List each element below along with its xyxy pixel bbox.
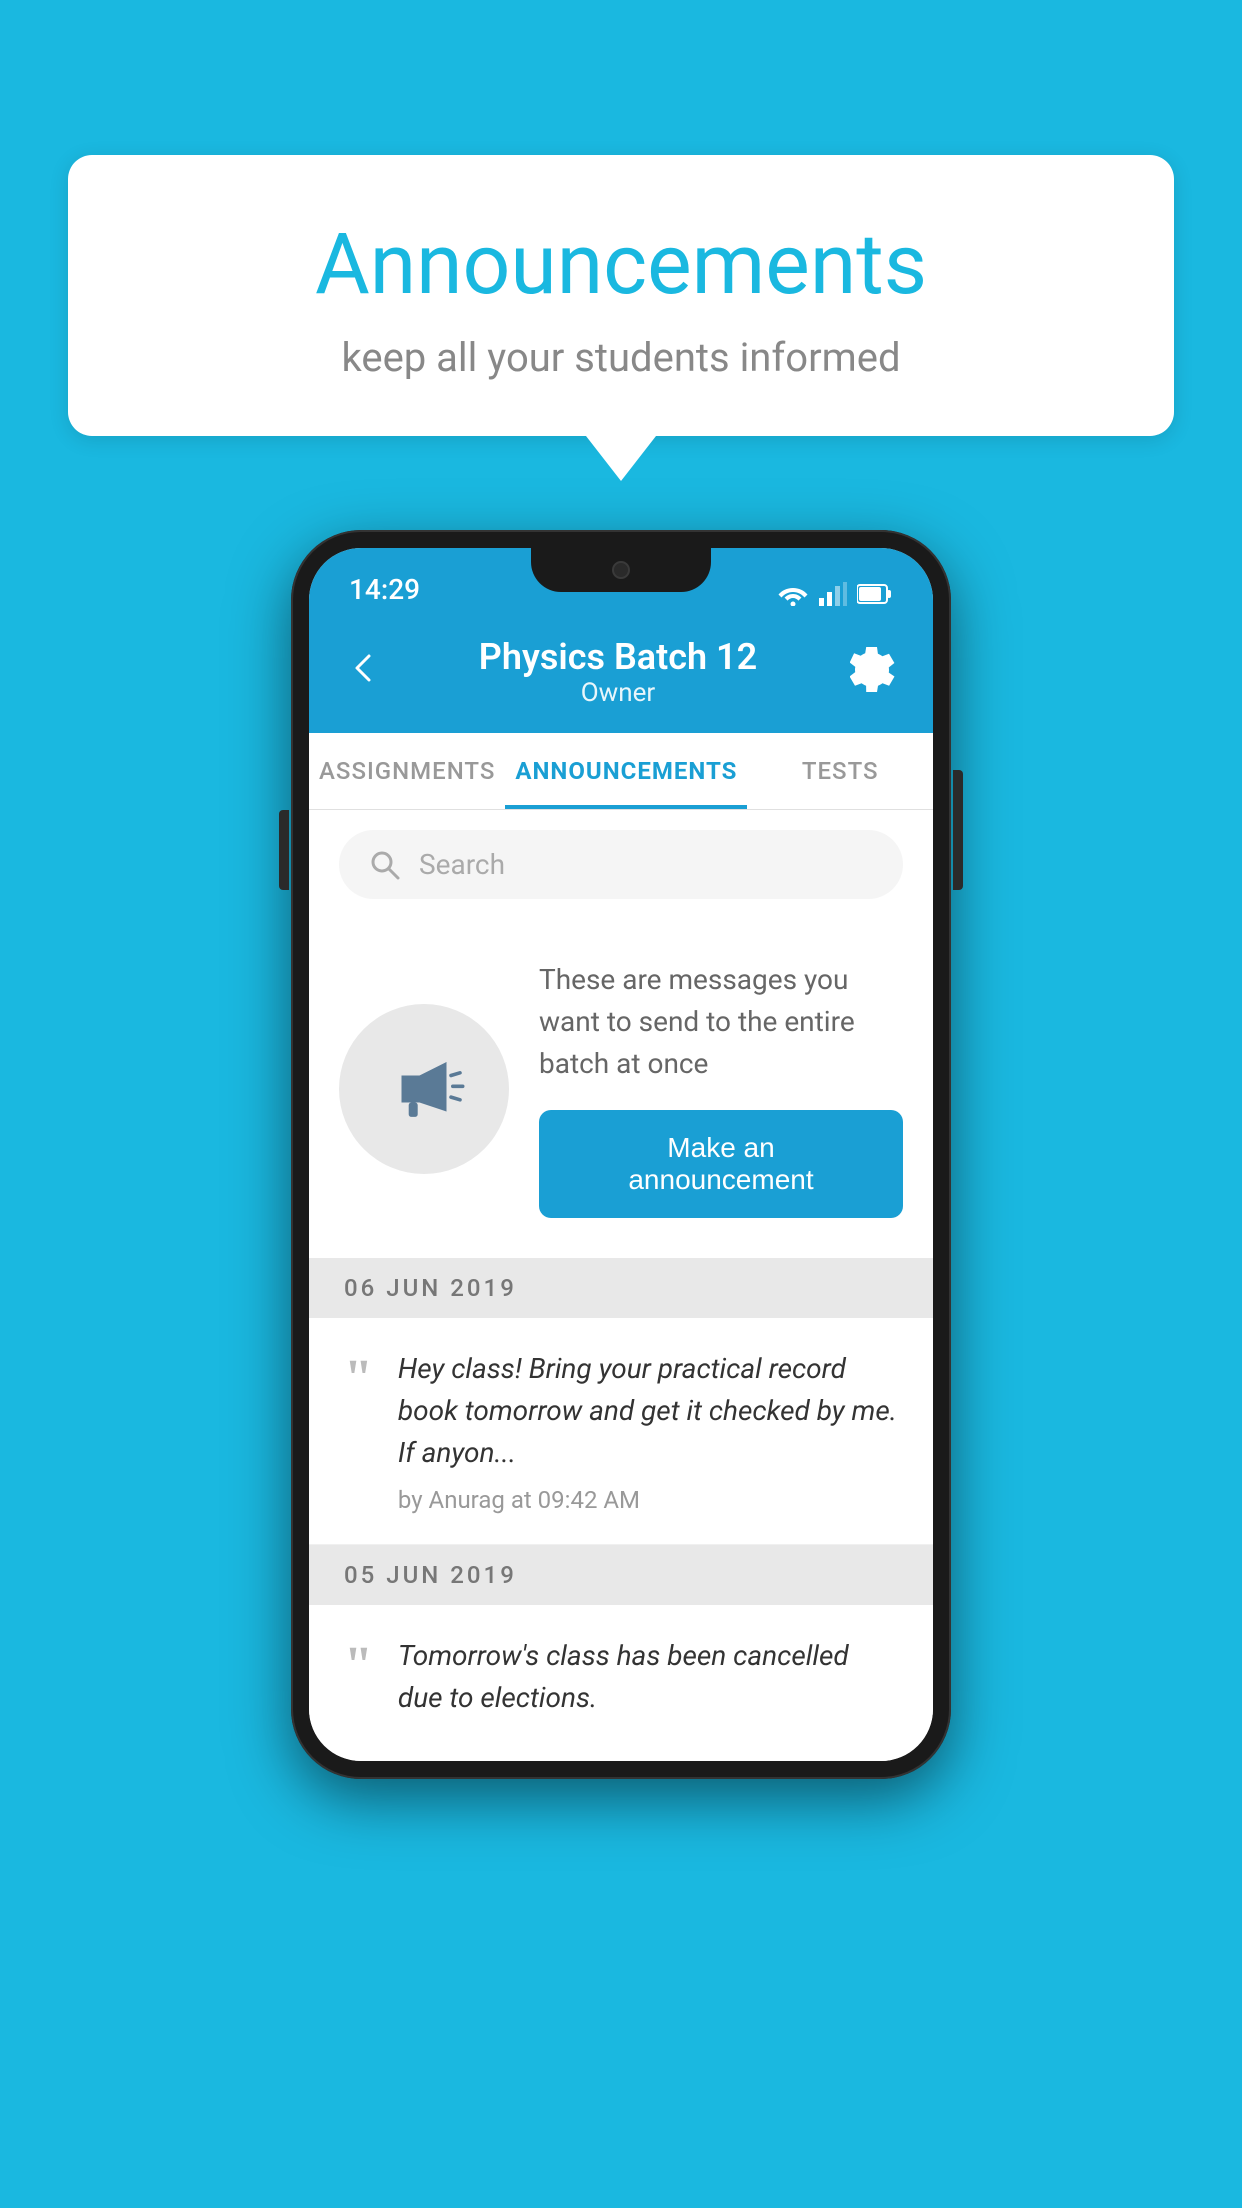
date-separator-1: 06 JUN 2019 xyxy=(309,1258,933,1318)
announcement-promo: These are messages you want to send to t… xyxy=(309,919,933,1258)
date-text-1: 06 JUN 2019 xyxy=(344,1274,517,1302)
speech-bubble: Announcements keep all your students inf… xyxy=(68,155,1174,436)
tab-tests[interactable]: TESTS xyxy=(747,733,933,809)
phone-outer: 14:29 xyxy=(291,530,951,1779)
megaphone-icon xyxy=(379,1044,469,1134)
status-time: 14:29 xyxy=(349,573,420,606)
app-bar-center: Physics Batch 12 Owner xyxy=(479,636,757,708)
phone-screen: 14:29 xyxy=(309,548,933,1761)
battery-icon xyxy=(857,583,893,605)
settings-button[interactable] xyxy=(850,646,898,698)
wifi-icon xyxy=(777,582,809,606)
search-box[interactable]: Search xyxy=(339,830,903,899)
date-separator-2: 05 JUN 2019 xyxy=(309,1545,933,1605)
quote-icon-1: " xyxy=(344,1353,373,1405)
speech-bubble-subtitle: keep all your students informed xyxy=(148,334,1094,381)
promo-content: These are messages you want to send to t… xyxy=(539,959,903,1218)
date-text-2: 05 JUN 2019 xyxy=(344,1561,517,1589)
phone-notch xyxy=(531,548,711,592)
status-icons xyxy=(777,582,893,606)
tab-announcements[interactable]: ANNOUNCEMENTS xyxy=(505,733,747,809)
announcement-content-1: Hey class! Bring your practical record b… xyxy=(398,1348,898,1514)
promo-icon-circle xyxy=(339,1004,509,1174)
search-icon xyxy=(369,849,401,881)
announcement-text-2: Tomorrow's class has been cancelled due … xyxy=(398,1635,898,1719)
phone-wrapper: 14:29 xyxy=(291,530,951,1779)
make-announcement-button[interactable]: Make an announcement xyxy=(539,1110,903,1218)
announcement-meta-1: by Anurag at 09:42 AM xyxy=(398,1486,898,1514)
speech-bubble-title: Announcements xyxy=(148,215,1094,314)
app-bar-title: Physics Batch 12 xyxy=(479,636,757,678)
promo-description: These are messages you want to send to t… xyxy=(539,959,903,1085)
announcement-item-1[interactable]: " Hey class! Bring your practical record… xyxy=(309,1318,933,1545)
announcement-text-1: Hey class! Bring your practical record b… xyxy=(398,1348,898,1474)
tab-assignments[interactable]: ASSIGNMENTS xyxy=(309,733,505,809)
signal-icon xyxy=(819,582,847,606)
app-bar-subtitle: Owner xyxy=(479,678,757,708)
speech-bubble-tail xyxy=(586,436,656,481)
search-container: Search xyxy=(309,810,933,919)
announcement-item-2[interactable]: " Tomorrow's class has been cancelled du… xyxy=(309,1605,933,1761)
announcement-content-2: Tomorrow's class has been cancelled due … xyxy=(398,1635,898,1731)
tabs-bar: ASSIGNMENTS ANNOUNCEMENTS TESTS xyxy=(309,733,933,810)
speech-bubble-container: Announcements keep all your students inf… xyxy=(68,155,1174,481)
notch-camera xyxy=(612,561,630,579)
back-button[interactable] xyxy=(344,645,386,699)
app-bar: Physics Batch 12 Owner xyxy=(309,616,933,733)
quote-icon-2: " xyxy=(344,1640,373,1692)
search-placeholder: Search xyxy=(419,848,505,881)
